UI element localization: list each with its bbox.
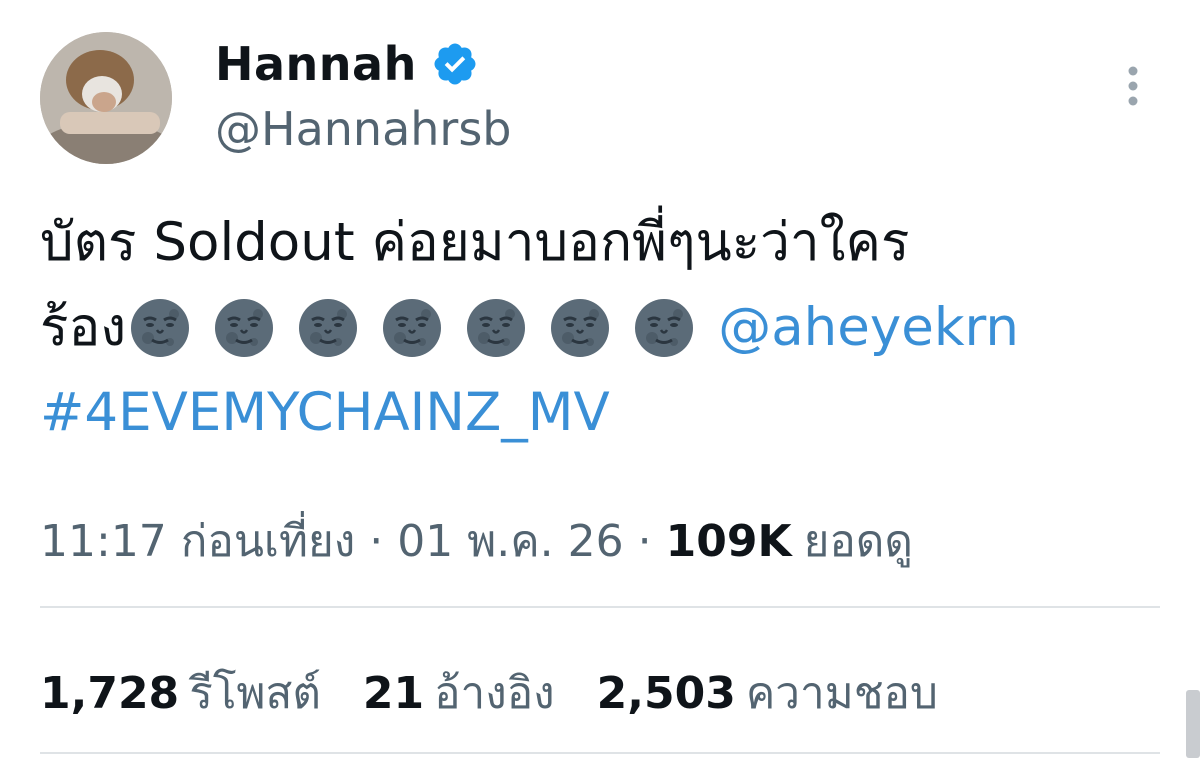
quotes-stat[interactable]: 21 อ้างอิง xyxy=(363,658,555,728)
reposts-count: 1,728 xyxy=(40,667,180,719)
new-moon-face-icon xyxy=(635,298,694,357)
author-name[interactable]: Hannah xyxy=(215,37,417,91)
scrollbar[interactable] xyxy=(1186,690,1200,758)
divider xyxy=(40,606,1160,608)
engagement-stats: 1,728 รีโพสต์ 21 อ้างอิง 2,503 ความชอบ xyxy=(40,658,980,728)
tweet-line-1: บัตร Soldout ค่อยมาบอกพี่ๆนะว่าใคร xyxy=(40,212,910,273)
tweet-line-2: ร้อง @aheyekrn xyxy=(40,285,1170,370)
new-moon-face-icon xyxy=(383,298,442,357)
reposts-label: รีโพสต์ xyxy=(189,668,321,719)
divider xyxy=(40,752,1160,754)
new-moon-face-icon xyxy=(215,298,274,357)
meta-separator: · xyxy=(637,515,652,567)
likes-count: 2,503 xyxy=(596,667,736,719)
tweet-time[interactable]: 11:17 ก่อนเที่ยง xyxy=(40,506,355,576)
author-name-row: Hannah xyxy=(215,34,479,94)
new-moon-face-icon xyxy=(467,298,526,357)
author-handle[interactable]: @Hannahrsb xyxy=(215,102,512,156)
tweet-text: บัตร Soldout ค่อยมาบอกพี่ๆนะว่าใคร ร้อง … xyxy=(40,200,1170,455)
views-label: ยอดดู xyxy=(803,516,913,567)
quotes-count: 21 xyxy=(362,667,425,719)
new-moon-face-icon xyxy=(551,298,610,357)
likes-label: ความชอบ xyxy=(745,668,938,719)
avatar[interactable] xyxy=(40,32,172,164)
reposts-stat[interactable]: 1,728 รีโพสต์ xyxy=(40,658,321,728)
mention-link[interactable]: @aheyekrn xyxy=(718,285,1019,370)
verified-badge-icon xyxy=(434,43,476,85)
quotes-label: อ้างอิง xyxy=(434,668,555,719)
emoji-group xyxy=(130,298,694,358)
new-moon-face-icon xyxy=(131,298,190,357)
more-options-icon[interactable] xyxy=(1120,66,1146,108)
meta-separator: · xyxy=(369,515,384,567)
likes-stat[interactable]: 2,503 ความชอบ xyxy=(597,658,938,728)
tweet-line-2-prefix: ร้อง xyxy=(40,297,127,358)
hashtag-link[interactable]: #4EVEMYCHAINZ_MV xyxy=(40,370,610,455)
views-count[interactable]: 109K xyxy=(666,516,792,567)
tweet-meta: 11:17 ก่อนเที่ยง · 01 พ.ค. 26 · 109K ยอด… xyxy=(40,506,913,576)
new-moon-face-icon xyxy=(299,298,358,357)
tweet-date[interactable]: 01 พ.ค. 26 xyxy=(397,506,623,576)
